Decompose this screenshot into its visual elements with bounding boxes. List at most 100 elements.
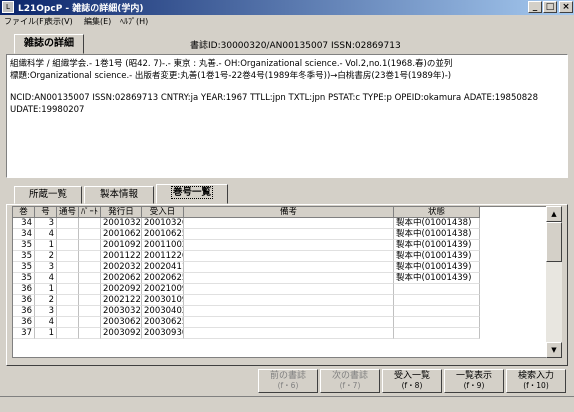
- cell-status: [394, 295, 480, 306]
- col-header-serial[interactable]: 通号: [57, 207, 79, 218]
- cell-volume: 36: [13, 317, 35, 328]
- vertical-scrollbar[interactable]: ▲ ▼: [546, 206, 562, 358]
- cell-part: [79, 306, 101, 317]
- volume-table[interactable]: 巻 号 通号 ﾊﾟｰﾄ 発行日 受入日 備考 状態 34 3 20010320 …: [12, 206, 562, 358]
- scroll-up-arrow-icon[interactable]: ▲: [546, 206, 562, 222]
- maximize-button[interactable]: □: [543, 1, 557, 13]
- minimize-button[interactable]: _: [528, 1, 542, 13]
- cell-number: 1: [35, 240, 57, 251]
- cell-volume: 36: [13, 295, 35, 306]
- cell-notes: [184, 240, 394, 251]
- cell-status: 製本中(01001438): [394, 218, 480, 229]
- cell-status: [394, 284, 480, 295]
- menu-help[interactable]: ﾍﾙﾌﾟ(H): [120, 16, 148, 27]
- cell-number: 3: [35, 306, 57, 317]
- cell-receipt-date: 20020625: [142, 273, 184, 284]
- prev-record-label: 前の書誌: [269, 371, 306, 381]
- search-input-key: (f・10): [523, 381, 549, 390]
- cell-receipt-date: 20030109: [142, 295, 184, 306]
- cell-status: 製本中(01001439): [394, 262, 480, 273]
- search-input-button[interactable]: 検索入力 (f・10): [506, 369, 566, 393]
- cell-serial: [57, 262, 79, 273]
- col-header-part[interactable]: ﾊﾟｰﾄ: [79, 207, 101, 218]
- detail-line: UDATE:19980207: [10, 105, 85, 115]
- cell-part: [79, 218, 101, 229]
- cell-part: [79, 295, 101, 306]
- cell-part: [79, 229, 101, 240]
- cell-status: [394, 317, 480, 328]
- cell-notes: [184, 328, 394, 339]
- cell-serial: [57, 218, 79, 229]
- status-bar: [0, 396, 574, 412]
- tab-volume-list-label: 巻号一覧: [170, 186, 214, 199]
- menu-bar: ファイル(F) 表示(V) 編集(E) ﾍﾙﾌﾟ(H): [0, 15, 574, 28]
- cell-serial: [57, 306, 79, 317]
- cell-volume: 34: [13, 229, 35, 240]
- prev-record-button[interactable]: 前の書誌 (f・6): [258, 369, 318, 393]
- cell-number: 4: [35, 273, 57, 284]
- cell-issue-date: 20021220: [101, 295, 142, 306]
- close-button[interactable]: ×: [559, 1, 573, 13]
- detail-line: 組織科学 / 組織学会.- 1巻1号 (昭42. 7)-.- 東京 : 丸善.-…: [10, 59, 453, 69]
- col-header-volume[interactable]: 巻: [13, 207, 35, 218]
- search-input-label: 検索入力: [517, 371, 554, 381]
- cell-notes: [184, 295, 394, 306]
- next-record-button[interactable]: 次の書誌 (f・7): [320, 369, 380, 393]
- cell-receipt-date: 20011226: [142, 251, 184, 262]
- cell-issue-date: 20010620: [101, 229, 142, 240]
- cell-volume: 36: [13, 306, 35, 317]
- col-header-issue-date[interactable]: 発行日: [101, 207, 142, 218]
- cell-issue-date: 20020620: [101, 273, 142, 284]
- scroll-down-arrow-icon[interactable]: ▼: [546, 342, 562, 358]
- menu-file[interactable]: ファイル(F): [4, 16, 47, 27]
- cell-number: 3: [35, 262, 57, 273]
- cell-notes: [184, 251, 394, 262]
- cell-serial: [57, 251, 79, 262]
- tab-binding-info[interactable]: 製本情報: [84, 186, 154, 204]
- cell-number: 4: [35, 317, 57, 328]
- cell-notes: [184, 229, 394, 240]
- title-bar: L L21OpcP - 雑誌の詳細(学内) _ □ ×: [0, 0, 574, 15]
- col-header-notes[interactable]: 備考: [184, 207, 394, 218]
- list-view-button[interactable]: 一覧表示 (f・9): [444, 369, 504, 393]
- cell-volume: 35: [13, 240, 35, 251]
- cell-volume: 36: [13, 284, 35, 295]
- cell-issue-date: 20020920: [101, 284, 142, 295]
- cell-issue-date: 20020320: [101, 262, 142, 273]
- receipt-list-button[interactable]: 受入一覧 (f・8): [382, 369, 442, 393]
- cell-volume: 35: [13, 273, 35, 284]
- cell-issue-date: 20010320: [101, 218, 142, 229]
- cell-receipt-date: 20011002: [142, 240, 184, 251]
- tab-volume-list[interactable]: 巻号一覧: [156, 184, 228, 204]
- list-view-key: (f・9): [463, 381, 485, 390]
- menu-edit[interactable]: 編集(E): [84, 16, 111, 27]
- cell-part: [79, 262, 101, 273]
- cell-serial: [57, 284, 79, 295]
- window-title: L21OpcP - 雑誌の詳細(学内): [18, 4, 144, 14]
- col-header-status[interactable]: 状態: [394, 207, 480, 218]
- cell-number: 2: [35, 295, 57, 306]
- cell-status: 製本中(01001439): [394, 240, 480, 251]
- cell-number: 1: [35, 284, 57, 295]
- cell-volume: 35: [13, 251, 35, 262]
- scrollbar-thumb[interactable]: [546, 222, 562, 262]
- cell-notes: [184, 262, 394, 273]
- cell-notes: [184, 317, 394, 328]
- cell-serial: [57, 240, 79, 251]
- cell-serial: [57, 295, 79, 306]
- bib-detail-text[interactable]: 組織科学 / 組織学会.- 1巻1号 (昭42. 7)-.- 東京 : 丸善.-…: [6, 54, 568, 178]
- cell-receipt-date: 20030930: [142, 328, 184, 339]
- col-header-receipt-date[interactable]: 受入日: [142, 207, 184, 218]
- app-icon: L: [2, 1, 14, 13]
- cell-receipt-date: 20010326: [142, 218, 184, 229]
- cell-part: [79, 317, 101, 328]
- tab-holdings-list[interactable]: 所蔵一覧: [14, 186, 82, 204]
- cell-volume: 37: [13, 328, 35, 339]
- cell-part: [79, 284, 101, 295]
- next-record-label: 次の書誌: [331, 371, 368, 381]
- cell-status: [394, 306, 480, 317]
- menu-view[interactable]: 表示(V): [45, 16, 73, 27]
- cell-notes: [184, 273, 394, 284]
- col-header-number[interactable]: 号: [35, 207, 57, 218]
- cell-part: [79, 273, 101, 284]
